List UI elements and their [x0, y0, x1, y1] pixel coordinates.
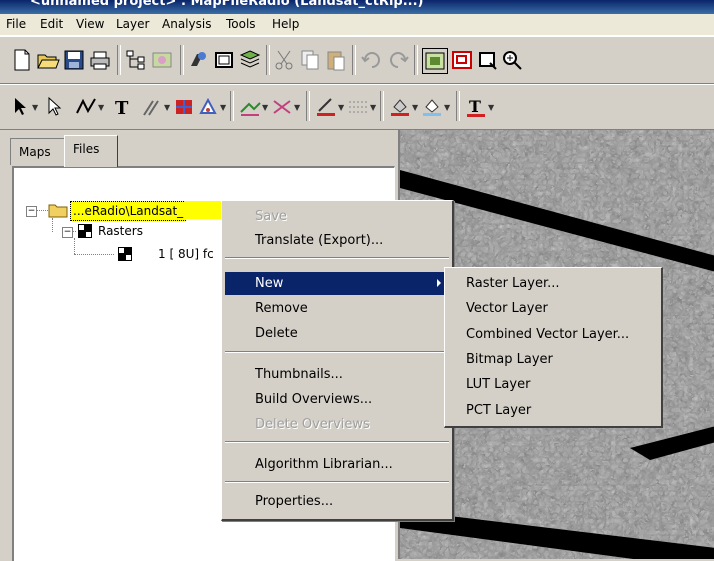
- cut-scissors-icon[interactable]: [272, 48, 296, 72]
- tree-structure-icon[interactable]: [124, 48, 148, 72]
- menu-view[interactable]: View: [76, 17, 104, 31]
- chevron-down-icon[interactable]: ▼: [98, 103, 104, 112]
- window-frame-icon[interactable]: [212, 48, 236, 72]
- layer-tool-icon[interactable]: [186, 48, 210, 72]
- menu-item-delete[interactable]: Delete: [225, 322, 449, 345]
- title-bar: <unnamed project> : MapFileRadio (Landsa…: [0, 0, 714, 14]
- chevron-down-icon[interactable]: ▼: [370, 103, 376, 112]
- paste-icon[interactable]: [324, 48, 348, 72]
- main-toolbar: [0, 36, 714, 84]
- tree-channel-label: 1 [ 8U] fc: [158, 247, 214, 261]
- raster-grid-icon: [78, 224, 92, 238]
- folder-icon: [48, 204, 68, 218]
- menu-tools[interactable]: Tools: [226, 17, 256, 31]
- submenu-item-vector-layer[interactable]: Vector Layer: [448, 296, 656, 321]
- node-edit-icon[interactable]: [270, 95, 294, 119]
- tree-rasters-label: Rasters: [98, 224, 143, 238]
- submenu-item-lut-layer[interactable]: LUT Layer: [448, 372, 656, 397]
- menu-layer[interactable]: Layer: [116, 17, 149, 31]
- copy-icon[interactable]: [298, 48, 322, 72]
- window-title: <unnamed project> : MapFileRadio (Landsa…: [30, 0, 424, 9]
- redo-icon[interactable]: [386, 48, 410, 72]
- new-file-icon[interactable]: [10, 48, 34, 72]
- menu-item-properties[interactable]: Properties...: [225, 490, 449, 513]
- outline-color-icon[interactable]: [420, 95, 444, 119]
- tab-maps[interactable]: Maps: [10, 138, 66, 165]
- open-folder-icon[interactable]: [36, 48, 60, 72]
- pointer-outline-icon[interactable]: [42, 95, 66, 119]
- submenu-item-bitmap-layer[interactable]: Bitmap Layer: [448, 347, 656, 372]
- menu-item-save[interactable]: Save: [225, 205, 449, 228]
- submenu-item-pct-layer[interactable]: PCT Layer: [448, 398, 656, 423]
- chevron-down-icon[interactable]: ▼: [262, 103, 268, 112]
- menu-item-build-overviews[interactable]: Build Overviews...: [225, 388, 449, 411]
- zoom-box-icon[interactable]: [476, 48, 500, 72]
- menu-bar: File Edit View Layer Analysis Tools Help: [0, 14, 714, 36]
- chevron-down-icon[interactable]: ▼: [444, 103, 450, 112]
- fill-color-icon[interactable]: [388, 95, 412, 119]
- menu-item-translate-export[interactable]: Translate (Export)...: [225, 229, 449, 252]
- menu-file[interactable]: File: [6, 17, 26, 31]
- fill-tool-icon[interactable]: [196, 95, 220, 119]
- chevron-down-icon[interactable]: ▼: [164, 103, 170, 112]
- new-submenu: Raster Layer... Vector Layer Combined Ve…: [444, 267, 663, 428]
- text-color-icon[interactable]: T: [464, 95, 488, 119]
- chevron-down-icon[interactable]: ▼: [294, 103, 300, 112]
- map-grid-icon[interactable]: [150, 48, 174, 72]
- drawing-toolbar: ▼ ▼ T ▼ ▼ ▼ ▼ ▼ ▼ ▼ ▼ T ▼: [0, 84, 714, 130]
- menu-item-remove[interactable]: Remove: [225, 297, 449, 320]
- line-style-icon[interactable]: [346, 95, 370, 119]
- submenu-item-raster-layer[interactable]: Raster Layer...: [448, 271, 656, 296]
- layers-stack-icon[interactable]: [238, 48, 262, 72]
- tab-files[interactable]: Files: [64, 135, 118, 167]
- raster-channel-icon: [118, 247, 132, 261]
- text-tool-icon[interactable]: T: [110, 95, 134, 119]
- brush-tool-icon[interactable]: [140, 95, 164, 119]
- select-arrow-icon[interactable]: [8, 95, 32, 119]
- chevron-down-icon[interactable]: ▼: [488, 103, 494, 112]
- menu-analysis[interactable]: Analysis: [162, 17, 211, 31]
- save-disk-icon[interactable]: [62, 48, 86, 72]
- print-icon[interactable]: [88, 48, 112, 72]
- zoom-in-icon[interactable]: [500, 48, 524, 72]
- svg-text:T: T: [115, 98, 129, 119]
- tree-root-label: ...eRadio\Landsat_: [70, 201, 187, 221]
- submenu-item-combined-vector-layer[interactable]: Combined Vector Layer...: [448, 322, 656, 347]
- menu-item-delete-overviews[interactable]: Delete Overviews: [225, 413, 449, 436]
- collapse-toggle[interactable]: −: [62, 227, 73, 238]
- undo-icon[interactable]: [360, 48, 384, 72]
- menu-item-algorithm-librarian[interactable]: Algorithm Librarian...: [225, 453, 449, 476]
- collapse-toggle[interactable]: −: [26, 206, 37, 217]
- svg-text:T: T: [469, 97, 481, 116]
- vector-edit-icon[interactable]: [238, 95, 262, 119]
- raster-edit-icon[interactable]: [172, 95, 196, 119]
- zoom-extents-icon[interactable]: [422, 48, 448, 74]
- chevron-down-icon[interactable]: ▼: [32, 103, 38, 112]
- zoom-window-icon[interactable]: [450, 48, 474, 72]
- menu-edit[interactable]: Edit: [40, 17, 63, 31]
- line-color-icon[interactable]: [314, 95, 338, 119]
- chevron-down-icon[interactable]: ▼: [220, 103, 226, 112]
- chevron-down-icon[interactable]: ▼: [338, 103, 344, 112]
- chevron-down-icon[interactable]: ▼: [412, 103, 418, 112]
- polyline-icon[interactable]: [74, 95, 98, 119]
- menu-item-thumbnails[interactable]: Thumbnails...: [225, 363, 449, 386]
- submenu-arrow-icon: [437, 279, 441, 287]
- menu-item-new[interactable]: New: [225, 272, 449, 295]
- context-menu: Save Translate (Export)... New Remove De…: [221, 200, 454, 521]
- menu-help[interactable]: Help: [272, 17, 299, 31]
